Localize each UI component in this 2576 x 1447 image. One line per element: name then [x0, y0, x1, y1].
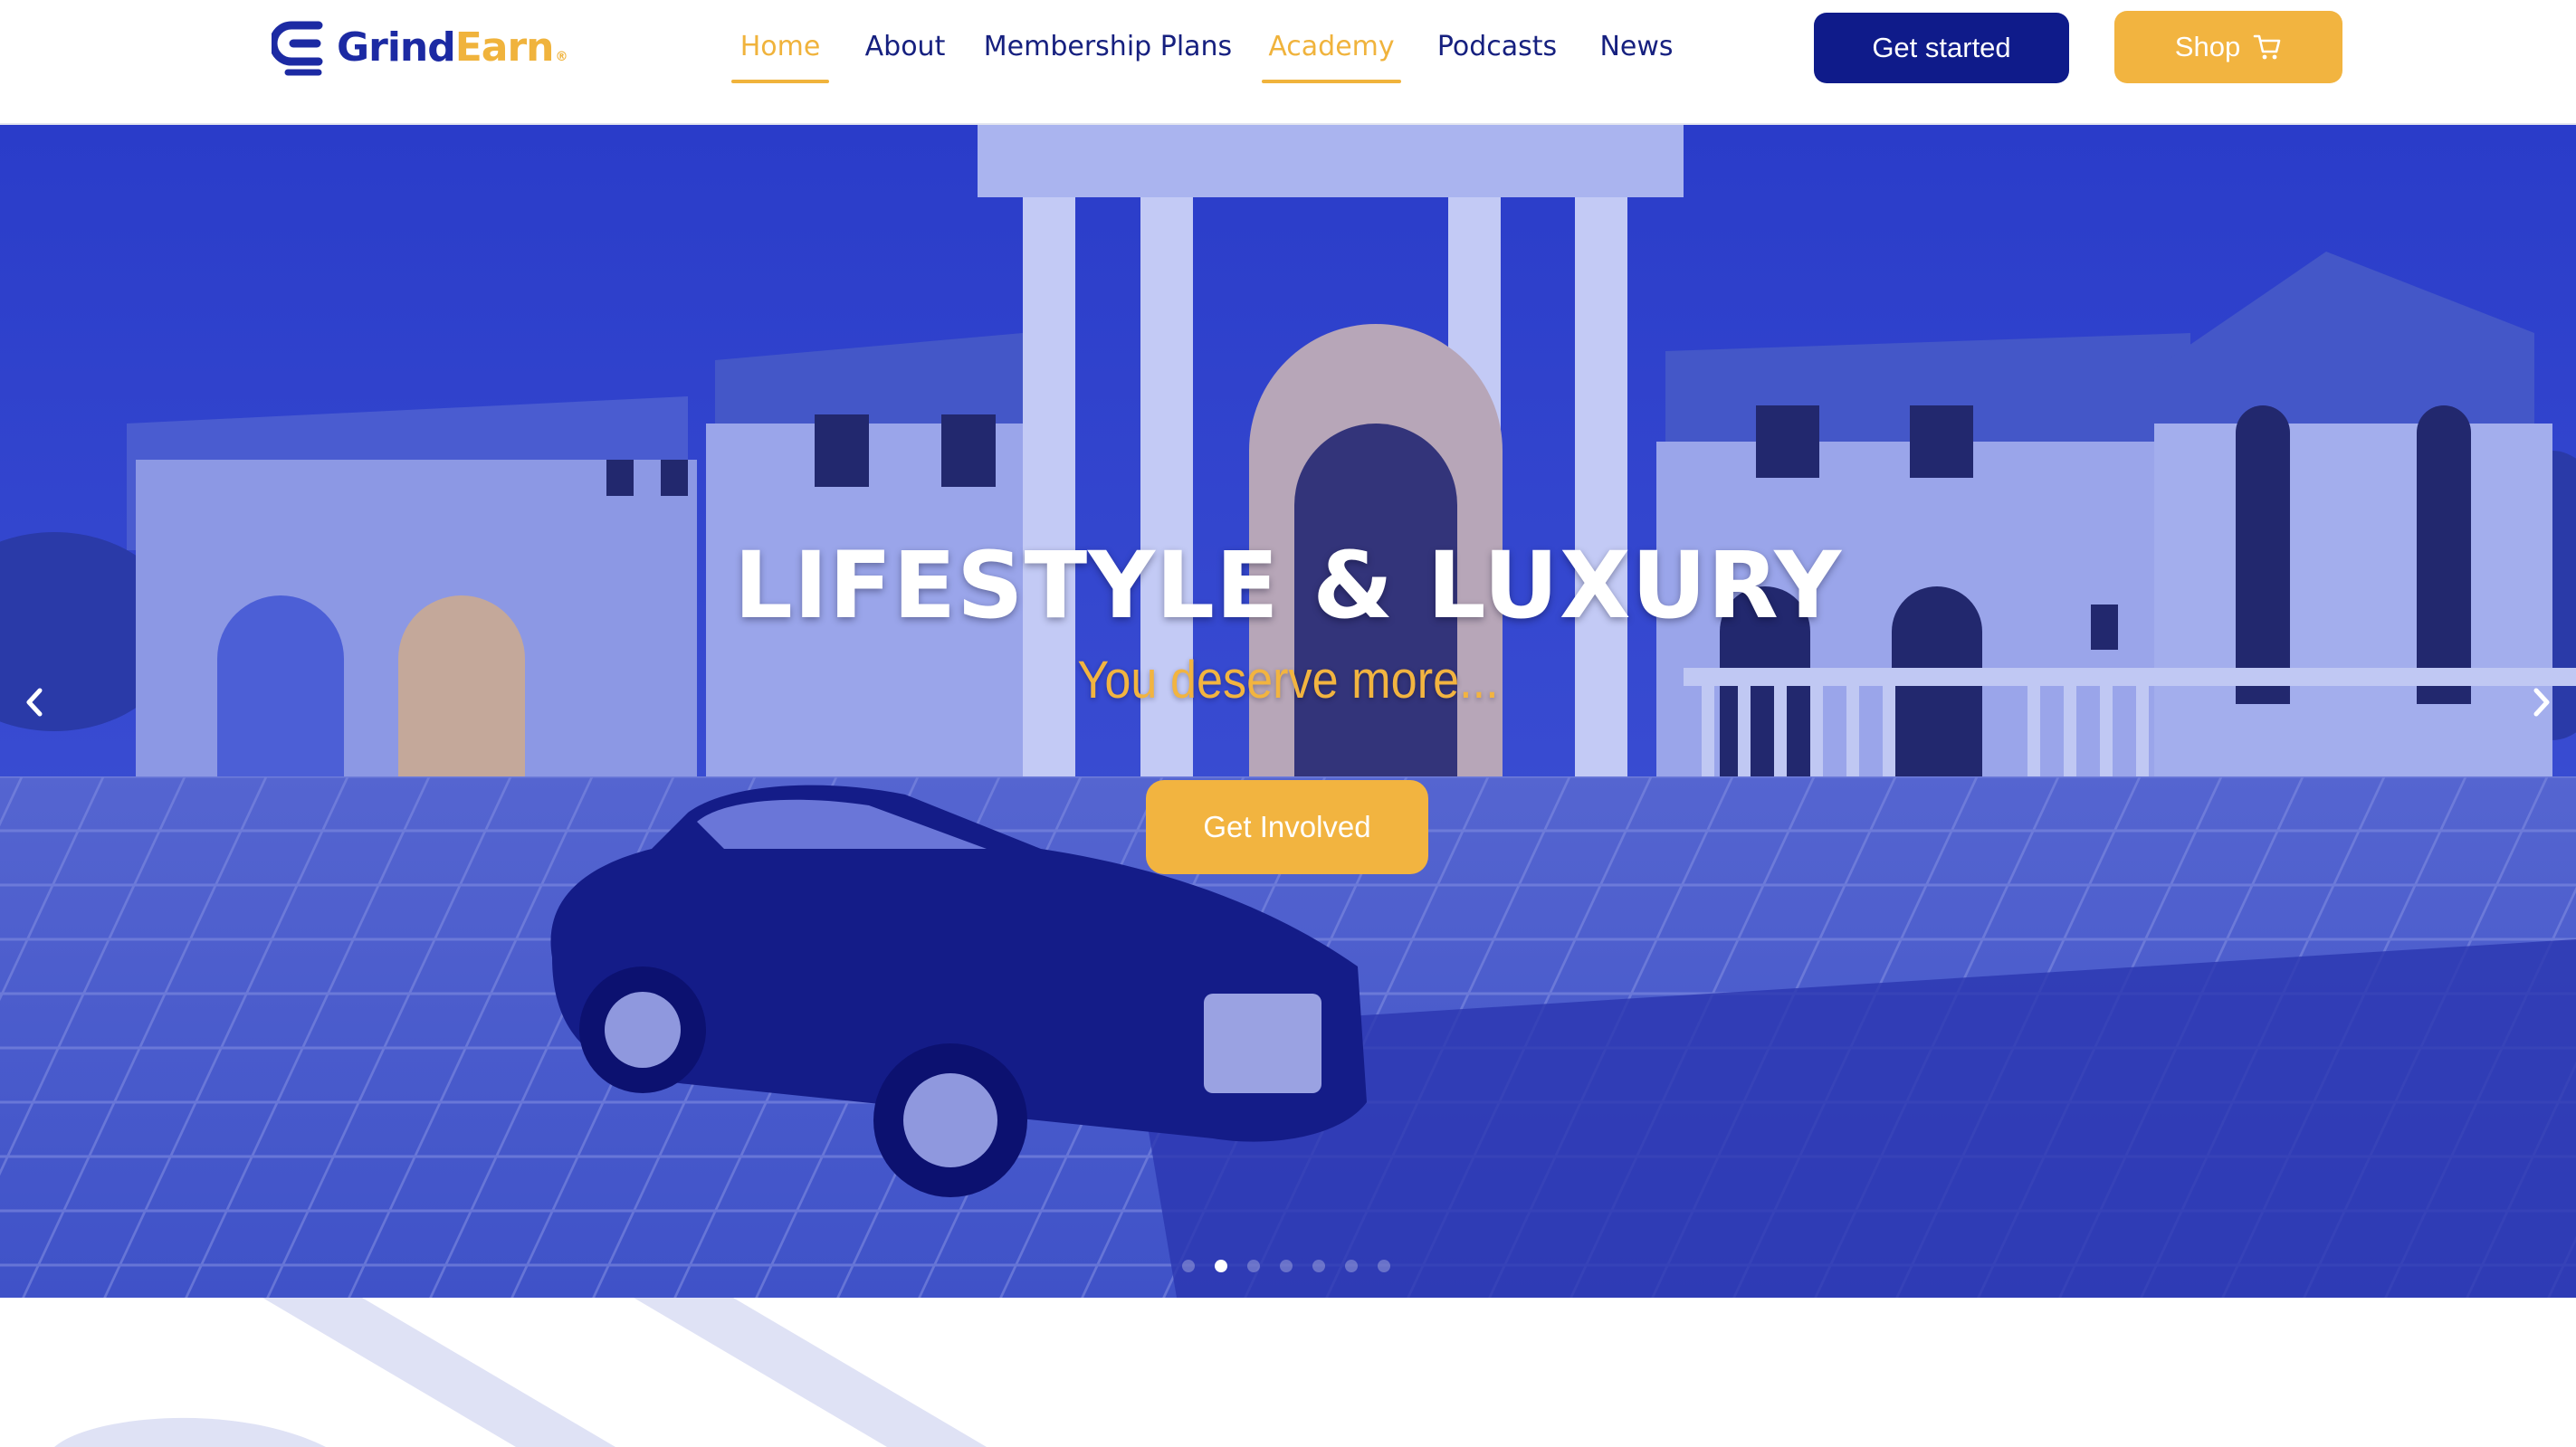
hero-subtitle: You deserve more...	[1077, 651, 1499, 709]
brand-name-part1: Grind	[337, 24, 456, 71]
shop-label: Shop	[2174, 31, 2241, 62]
brand-name: GrindEarn ®	[337, 28, 568, 68]
slider-prev-button[interactable]	[9, 677, 60, 728]
slider-dot-active[interactable]	[1215, 1260, 1227, 1272]
nav-item-label: Membership Plans	[983, 31, 1233, 62]
brand-name-part2: Earn	[454, 24, 555, 71]
hero-title: LIFESTYLE & LUXURY	[733, 532, 1843, 640]
hero-slider: LIFESTYLE & LUXURY You deserve more... G…	[0, 125, 2576, 1298]
diagonal-stripes-decoration	[54, 1298, 987, 1447]
slider-dot[interactable]	[1247, 1260, 1260, 1272]
nav-item-label: News	[1599, 31, 1674, 62]
slider-dot[interactable]	[1378, 1260, 1390, 1272]
section-background-decoration	[0, 1298, 2576, 1447]
nav-item-label: Academy	[1268, 31, 1395, 62]
nav-item-about[interactable]: About	[860, 27, 950, 71]
slider-dot[interactable]	[1280, 1260, 1293, 1272]
shop-button[interactable]: Shop	[2114, 11, 2342, 83]
brand-logo[interactable]: GrindEarn ®	[272, 18, 568, 78]
active-underline	[731, 80, 829, 83]
site-header: GrindEarn ® Home About Membership Plans A…	[0, 0, 2576, 125]
chevron-left-icon	[26, 688, 43, 717]
get-involved-button[interactable]: Get Involved	[1146, 780, 1428, 874]
get-started-button[interactable]: Get started	[1814, 13, 2069, 83]
cart-icon	[2253, 34, 2281, 60]
slider-pagination	[1182, 1260, 1390, 1274]
registered-mark: ®	[555, 50, 568, 64]
slider-next-button[interactable]	[2516, 677, 2567, 728]
nav-item-podcasts[interactable]: Podcasts	[1436, 27, 1559, 71]
nav-item-membership-plans[interactable]: Membership Plans	[983, 27, 1233, 71]
nav-item-label: Podcasts	[1436, 31, 1558, 62]
nav-item-home[interactable]: Home	[731, 27, 829, 83]
brand-logo-icon	[272, 21, 323, 76]
nav-item-news[interactable]: News	[1597, 27, 1676, 71]
nav-item-academy[interactable]: Academy	[1262, 27, 1401, 83]
nav-item-label: Home	[739, 31, 821, 62]
slider-dot[interactable]	[1312, 1260, 1325, 1272]
chevron-right-icon	[2533, 688, 2550, 717]
hero-background-image	[0, 125, 2576, 1298]
get-involved-label: Get Involved	[1203, 810, 1371, 843]
get-started-label: Get started	[1872, 32, 2011, 63]
slider-dot[interactable]	[1182, 1260, 1195, 1272]
active-underline	[1262, 80, 1401, 83]
nav-item-label: About	[864, 31, 946, 62]
slider-dot[interactable]	[1345, 1260, 1358, 1272]
